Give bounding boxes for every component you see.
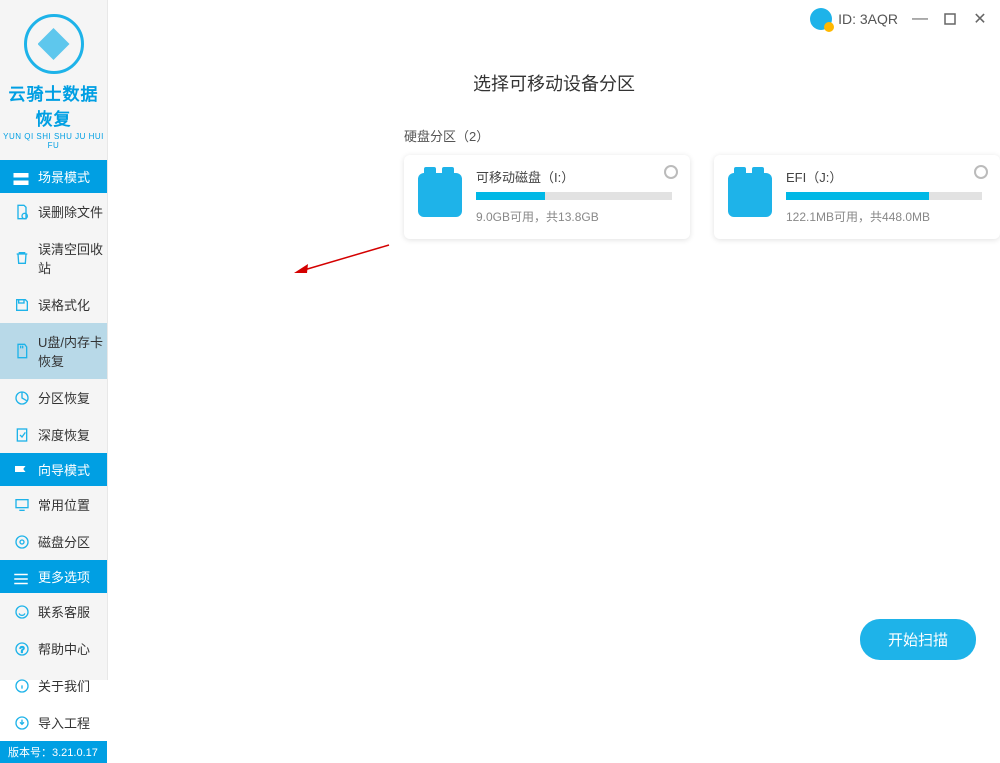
annotation-arrow-icon [294,240,394,280]
partition-card[interactable]: 可移动磁盘（I:） 9.0GB可用，共13.8GB [404,155,690,239]
help-icon: ? [14,641,30,657]
app-name: 云骑士数据恢复 [0,80,107,130]
logo-area: 云骑士数据恢复 YUN QI SHI SHU JU HUI FU [0,0,107,160]
user-id-text: ID: 3AQR [838,11,898,27]
nav-item-contact-support[interactable]: 联系客服 [0,593,107,630]
partition-section-label: 硬盘分区（2） [404,126,1000,145]
nav-item-import-project[interactable]: 导入工程 [0,704,107,741]
card-title: 可移动磁盘（I:） [476,167,672,186]
nav-label: 误格式化 [38,295,90,314]
nav-item-format[interactable]: 误格式化 [0,286,107,323]
section-header-scene: 场景模式 [0,160,107,193]
nav-label: 导入工程 [38,713,90,732]
card-subtitle: 122.1MB可用，共448.0MB [786,208,982,225]
card-body: 可移动磁盘（I:） 9.0GB可用，共13.8GB [476,167,672,225]
nav-label: 分区恢复 [38,388,90,407]
partition-cards: 可移动磁盘（I:） 9.0GB可用，共13.8GB EFI（J:） 122.1M… [404,155,1000,239]
user-badge[interactable]: ID: 3AQR [810,8,898,30]
usage-bar [786,192,982,200]
nav-item-help[interactable]: ? 帮助中心 [0,630,107,667]
trash-icon [14,250,30,266]
user-badge-icon [810,8,832,30]
nav-item-about[interactable]: 关于我们 [0,667,107,704]
menu-icon [12,570,30,584]
nav-item-deleted-files[interactable]: 误删除文件 [0,193,107,230]
partition-icon [14,390,30,406]
radio-unselected-icon[interactable] [974,165,988,179]
minimize-button[interactable]: — [912,11,928,27]
sidebar: 云骑士数据恢复 YUN QI SHI SHU JU HUI FU 场景模式 误删… [0,0,108,680]
removable-disk-icon [418,173,462,217]
flag-icon [12,463,30,477]
usage-bar-fill [476,192,545,200]
maximize-button[interactable] [942,11,958,27]
sdcard-icon [14,343,30,359]
section-header-more: 更多选项 [0,560,107,593]
section-header-label: 向导模式 [38,460,90,479]
svg-text:?: ? [20,644,25,654]
save-disk-icon [14,297,30,313]
file-delete-icon [14,204,30,220]
headset-icon [14,604,30,620]
nav-item-partition-recovery[interactable]: 分区恢复 [0,379,107,416]
nav-label: 联系客服 [38,602,90,621]
section-header-label: 更多选项 [38,567,90,586]
usage-bar-fill [786,192,929,200]
disk-icon [14,534,30,550]
card-body: EFI（J:） 122.1MB可用，共448.0MB [786,167,982,225]
nav-label: U盘/内存卡恢复 [38,332,107,370]
nav-label: 误删除文件 [38,202,103,221]
start-scan-button[interactable]: 开始扫描 [860,619,976,660]
titlebar: ID: 3AQR — ✕ [810,8,988,30]
scene-mode-icon [12,170,30,184]
nav-item-deep-recovery[interactable]: 深度恢复 [0,416,107,453]
nav-label: 误清空回收站 [38,239,107,277]
monitor-icon [14,497,30,513]
removable-disk-icon [728,173,772,217]
app-logo-icon [24,14,84,74]
app-pinyin: YUN QI SHI SHU JU HUI FU [0,132,107,150]
nav-item-recycle-bin[interactable]: 误清空回收站 [0,230,107,286]
usage-bar [476,192,672,200]
nav-label: 深度恢复 [38,425,90,444]
section-header-label: 场景模式 [38,167,90,186]
nav-label: 帮助中心 [38,639,90,658]
import-icon [14,715,30,731]
card-title: EFI（J:） [786,167,982,186]
nav-label: 关于我们 [38,676,90,695]
version-bar: 版本号：3.21.0.17 [0,741,107,763]
nav-label: 常用位置 [38,495,90,514]
nav-item-disk-partition[interactable]: 磁盘分区 [0,523,107,560]
page-title: 选择可移动设备分区 [108,70,1000,96]
section-header-wizard: 向导模式 [0,453,107,486]
nav-label: 磁盘分区 [38,532,90,551]
main-area: ID: 3AQR — ✕ 选择可移动设备分区 硬盘分区（2） 可移动磁盘（I:）… [108,0,1000,680]
radio-unselected-icon[interactable] [664,165,678,179]
partition-card[interactable]: EFI（J:） 122.1MB可用，共448.0MB [714,155,1000,239]
close-button[interactable]: ✕ [972,11,988,27]
deep-scan-icon [14,427,30,443]
nav-item-common-location[interactable]: 常用位置 [0,486,107,523]
card-subtitle: 9.0GB可用，共13.8GB [476,208,672,225]
nav-item-usb-recovery[interactable]: U盘/内存卡恢复 [0,323,107,379]
